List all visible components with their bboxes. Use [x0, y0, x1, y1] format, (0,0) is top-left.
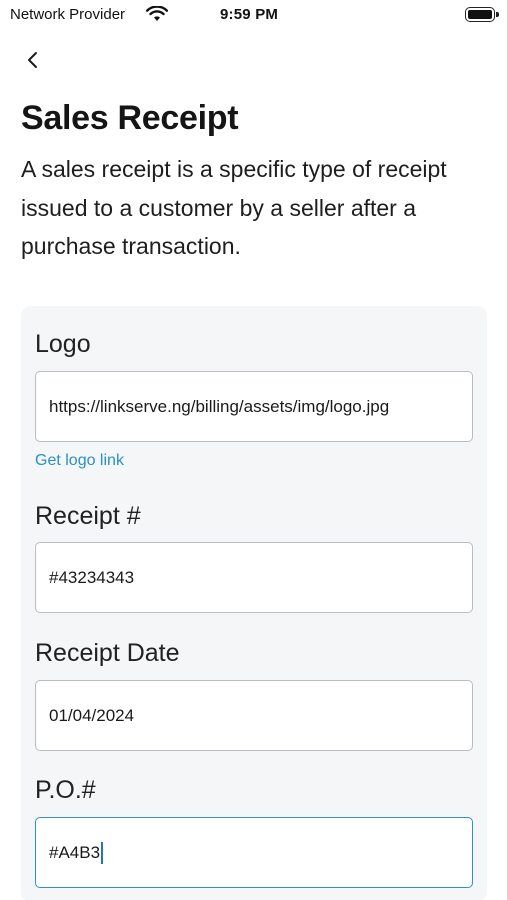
carrier-name: Network Provider: [10, 6, 126, 23]
po-number-value: #A4B3: [49, 842, 101, 862]
logo-url-value: https://linkserve.ng/billing/assets/img/…: [49, 396, 390, 416]
receipt-date-value: 01/04/2024: [49, 705, 135, 725]
status-bar: Network Provider 9:59 PM: [0, 0, 507, 30]
get-logo-link[interactable]: Get logo link: [35, 452, 124, 470]
wifi-icon: [146, 5, 168, 22]
battery-icon: [465, 7, 499, 22]
receipt-number-label: Receipt #: [35, 502, 141, 530]
receipt-number-value: #43234343: [49, 567, 135, 587]
po-number-label: P.O.#: [35, 776, 96, 804]
status-time: 9:59 PM: [220, 6, 279, 23]
receipt-date-input[interactable]: 01/04/2024: [35, 680, 473, 751]
back-button[interactable]: [20, 46, 46, 74]
text-caret: [101, 841, 104, 864]
receipt-number-input[interactable]: #43234343: [35, 542, 473, 613]
logo-label: Logo: [35, 330, 91, 358]
receipt-date-label: Receipt Date: [35, 639, 180, 667]
logo-url-input[interactable]: https://linkserve.ng/billing/assets/img/…: [35, 371, 473, 442]
page-description: A sales receipt is a specific type of re…: [21, 156, 447, 259]
po-number-input[interactable]: #A4B3: [35, 817, 473, 888]
chevron-left-icon: [28, 52, 37, 68]
page-title: Sales Receipt: [21, 99, 239, 137]
